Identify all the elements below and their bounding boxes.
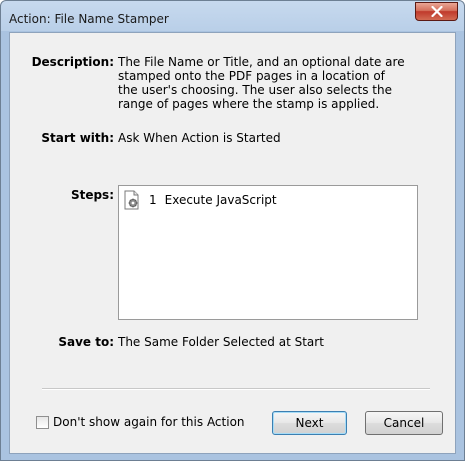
start-with-label: Start with: [41, 131, 114, 145]
description-text: The File Name or Title, and an optional … [118, 55, 405, 111]
steps-list[interactable]: 1 Execute JavaScript [118, 185, 418, 320]
dont-show-again-checkbox[interactable] [36, 415, 49, 429]
dont-show-again-label: Don't show again for this Action [53, 415, 245, 429]
close-icon [430, 6, 443, 17]
save-to-value: The Same Folder Selected at Start [118, 335, 324, 349]
cancel-button[interactable]: Cancel [365, 411, 443, 435]
title-bar[interactable]: Action: File Name Stamper [1, 1, 464, 35]
dialog-window: Action: File Name Stamper Description: T… [0, 0, 465, 461]
steps-label: Steps: [70, 188, 114, 202]
step-item[interactable]: 1 Execute JavaScript [123, 190, 277, 210]
description-label: Description: [31, 55, 114, 69]
next-button[interactable]: Next [272, 411, 347, 435]
step-number: 1 [149, 193, 157, 207]
dont-show-again-checkbox-row[interactable]: Don't show again for this Action [36, 415, 245, 429]
step-label: Execute JavaScript [164, 193, 277, 207]
dialog-body: Description: The File Name or Title, and… [9, 32, 456, 454]
save-to-label: Save to: [58, 335, 114, 349]
start-with-value: Ask When Action is Started [118, 131, 281, 145]
javascript-document-gear-icon [124, 190, 139, 210]
close-button[interactable] [415, 2, 458, 21]
footer-separator [42, 388, 430, 390]
window-title: Action: File Name Stamper [9, 12, 169, 26]
